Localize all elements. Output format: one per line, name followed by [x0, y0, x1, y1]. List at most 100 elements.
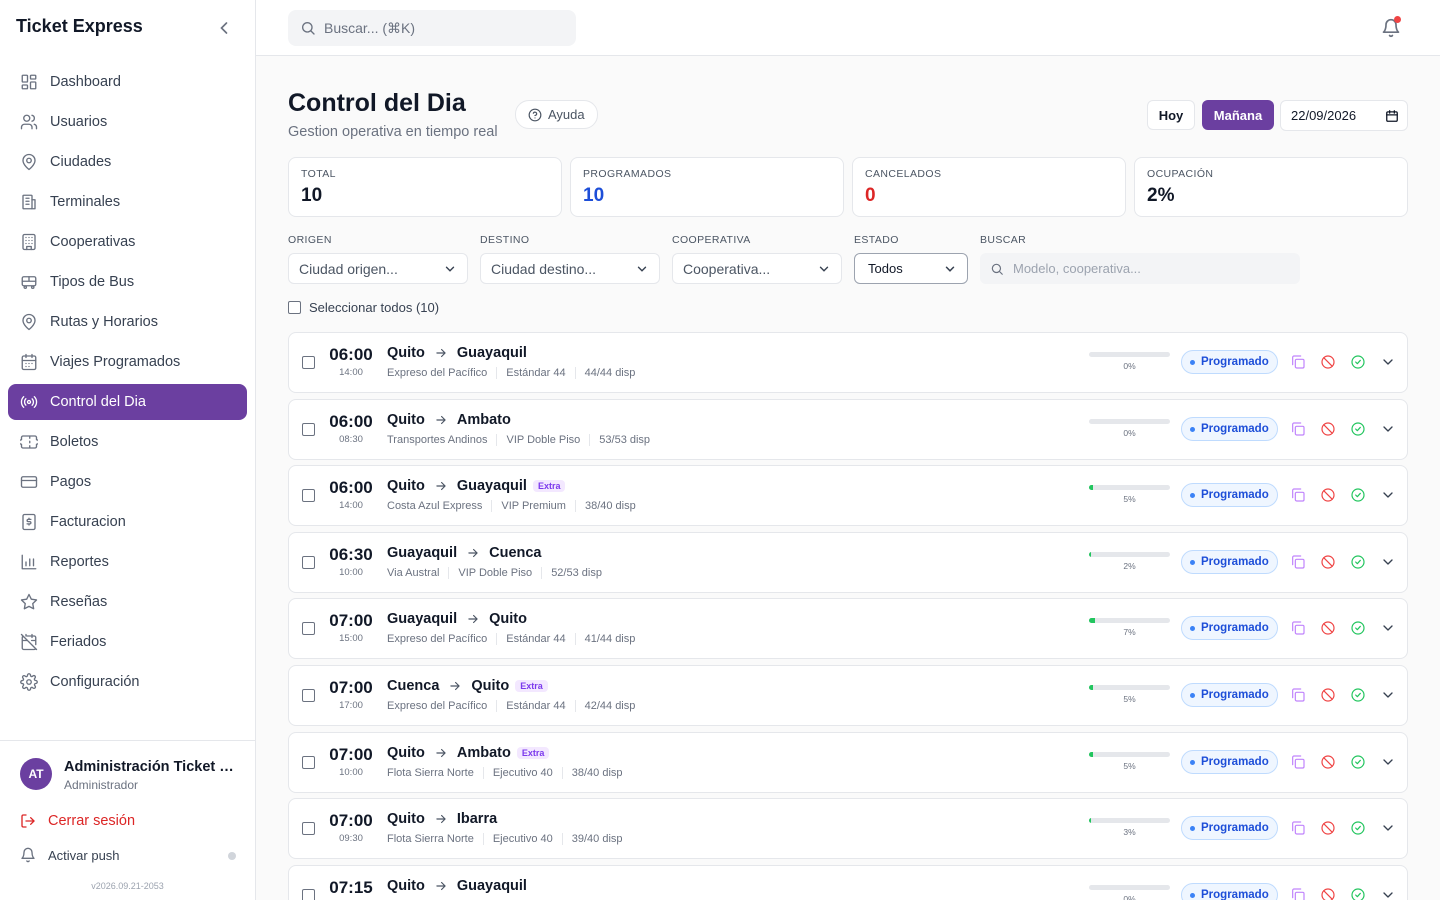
trip-row[interactable]: 07:15 Quito Guayaquil 0% Programado — [288, 864, 1408, 900]
sidebar-item-resenas[interactable]: Reseñas — [8, 584, 247, 620]
confirm-trip-icon[interactable] — [1350, 421, 1366, 437]
confirm-trip-icon[interactable] — [1350, 820, 1366, 836]
sidebar-item-reportes[interactable]: Reportes — [8, 544, 247, 580]
cancel-trip-icon[interactable] — [1320, 421, 1336, 437]
trip-checkbox[interactable] — [302, 489, 315, 503]
trip-row[interactable]: 07:00 17:00 Cuenca Quito Extra Expreso del Pa… — [288, 665, 1408, 726]
trip-checkbox[interactable] — [302, 755, 315, 769]
copy-icon[interactable] — [1290, 487, 1306, 503]
cancel-trip-icon[interactable] — [1320, 620, 1336, 636]
sidebar-item-usuarios[interactable]: Usuarios — [8, 104, 247, 140]
trip-checkbox[interactable] — [302, 689, 315, 702]
copy-icon[interactable] — [1290, 421, 1306, 437]
sidebar-item-ciudades[interactable]: Ciudades — [8, 144, 247, 180]
sidebar-item-viajes-programados[interactable]: Viajes Programados — [8, 344, 247, 380]
chevron-down-icon[interactable] — [1380, 820, 1396, 836]
chevron-down-icon[interactable] — [1380, 354, 1396, 370]
divider — [589, 433, 591, 446]
destination-select[interactable]: Ciudad destino... — [480, 253, 660, 284]
cancel-trip-icon[interactable] — [1320, 487, 1336, 503]
sidebar-item-feriados[interactable]: Feriados — [8, 624, 247, 660]
date-picker[interactable]: 22/09/2026 — [1280, 100, 1408, 131]
sidebar-item-pagos[interactable]: Pagos — [8, 464, 247, 500]
trip-route: Guayaquil Quito — [387, 611, 527, 627]
status-dot — [1190, 892, 1195, 898]
confirm-trip-icon[interactable] — [1350, 754, 1366, 770]
trip-row[interactable]: 07:00 10:00 Quito Ambato Extra Flota Sierra N… — [288, 731, 1408, 793]
help-button[interactable]: Ayuda — [515, 100, 598, 129]
trip-row[interactable]: 07:00 15:00 Guayaquil Quito Expreso del Pací… — [288, 598, 1408, 660]
cooperative-select[interactable]: Cooperativa... — [672, 253, 842, 284]
select-all-checkbox[interactable]: Seleccionar todos (10) — [288, 300, 439, 315]
status-badge: Programado — [1181, 616, 1278, 641]
confirm-trip-icon[interactable] — [1350, 687, 1366, 703]
checkbox[interactable] — [288, 301, 301, 314]
copy-icon[interactable] — [1290, 354, 1306, 370]
cancel-trip-icon[interactable] — [1320, 354, 1336, 370]
sidebar-item-cooperativas[interactable]: Cooperativas — [8, 224, 247, 260]
trip-checkbox[interactable] — [302, 422, 315, 436]
trip-row[interactable]: 06:00 08:30 Quito Ambato Transportes Andinos… — [288, 398, 1408, 460]
today-button[interactable]: Hoy — [1147, 100, 1195, 130]
bar-chart-icon — [20, 553, 38, 571]
trip-search-input[interactable]: Modelo, cooperativa... — [980, 253, 1300, 284]
occupancy: 7% — [1089, 618, 1170, 637]
trip-checkbox[interactable] — [302, 555, 315, 569]
copy-icon[interactable] — [1290, 820, 1306, 836]
occupancy: 0% — [1089, 352, 1170, 371]
trip-checkbox[interactable] — [302, 622, 315, 636]
confirm-trip-icon[interactable] — [1350, 354, 1366, 370]
confirm-trip-icon[interactable] — [1350, 620, 1366, 636]
collapse-sidebar-icon[interactable] — [214, 18, 234, 38]
sidebar-item-tipos-de-bus[interactable]: Tipos de Bus — [8, 264, 247, 300]
sidebar-item-dashboard[interactable]: Dashboard — [8, 64, 247, 100]
trip-checkbox[interactable] — [302, 822, 315, 836]
status-select[interactable]: Todos — [854, 253, 968, 284]
route-icon — [20, 313, 38, 331]
avatar[interactable]: AT — [20, 758, 52, 790]
cancel-trip-icon[interactable] — [1320, 554, 1336, 570]
cancel-trip-icon[interactable] — [1320, 754, 1336, 770]
chevron-down-icon[interactable] — [1380, 620, 1396, 636]
tomorrow-button[interactable]: Mañana — [1202, 100, 1274, 130]
chevron-down-icon[interactable] — [1380, 887, 1396, 900]
cancel-trip-icon[interactable] — [1320, 687, 1336, 703]
sidebar-item-configuracion[interactable]: Configuración — [8, 664, 247, 700]
logout-button[interactable]: Cerrar sesión — [20, 813, 135, 829]
chevron-down-icon[interactable] — [1380, 754, 1396, 770]
trip-checkbox[interactable] — [302, 356, 315, 369]
trip-bus-type: VIP Doble Piso — [506, 433, 581, 446]
trip-row[interactable]: 06:30 10:00 Guayaquil Cuenca Via Austral VIP … — [288, 531, 1408, 593]
sidebar-item-terminales[interactable]: Terminales — [8, 184, 247, 220]
sidebar-item-label: Reseñas — [50, 594, 108, 610]
trip-origin: Cuenca — [387, 678, 440, 694]
confirm-trip-icon[interactable] — [1350, 487, 1366, 503]
trip-destination: Guayaquil — [456, 478, 527, 495]
trip-row[interactable]: 07:00 09:30 Quito Ibarra Flota Sierra Norte E… — [288, 798, 1408, 860]
confirm-trip-icon[interactable] — [1350, 887, 1366, 900]
chevron-down-icon[interactable] — [1380, 421, 1396, 437]
sidebar-item-boletos[interactable]: Boletos — [8, 424, 247, 460]
global-search-input[interactable]: Buscar... (⌘K) — [288, 10, 576, 46]
origin-select[interactable]: Ciudad origen... — [288, 253, 468, 284]
copy-icon[interactable] — [1290, 754, 1306, 770]
trip-checkbox[interactable] — [302, 888, 315, 900]
copy-icon[interactable] — [1290, 554, 1306, 570]
sidebar-item-control-del-dia[interactable]: Control del Dia — [8, 384, 247, 420]
push-toggle[interactable]: Activar push — [20, 847, 236, 863]
trip-meta: Expreso del Pacífico Estándar 44 44/44 dis… — [387, 367, 635, 379]
notifications-bell-icon[interactable] — [1381, 16, 1401, 38]
confirm-trip-icon[interactable] — [1350, 554, 1366, 570]
sidebar-item-facturacion[interactable]: Facturacion — [8, 504, 247, 540]
copy-icon[interactable] — [1290, 687, 1306, 703]
cancel-trip-icon[interactable] — [1320, 887, 1336, 900]
sidebar-item-rutas-y-horarios[interactable]: Rutas y Horarios — [8, 304, 247, 340]
chevron-down-icon[interactable] — [1380, 487, 1396, 503]
trip-row[interactable]: 06:00 14:00 Quito Guayaquil Extra Costa Azul … — [288, 465, 1408, 527]
copy-icon[interactable] — [1290, 620, 1306, 636]
copy-icon[interactable] — [1290, 887, 1306, 900]
cancel-trip-icon[interactable] — [1320, 820, 1336, 836]
trip-row[interactable]: 06:00 14:00 Quito Guayaquil Expreso del Pací… — [288, 332, 1408, 393]
chevron-down-icon[interactable] — [1380, 687, 1396, 703]
chevron-down-icon[interactable] — [1380, 554, 1396, 570]
